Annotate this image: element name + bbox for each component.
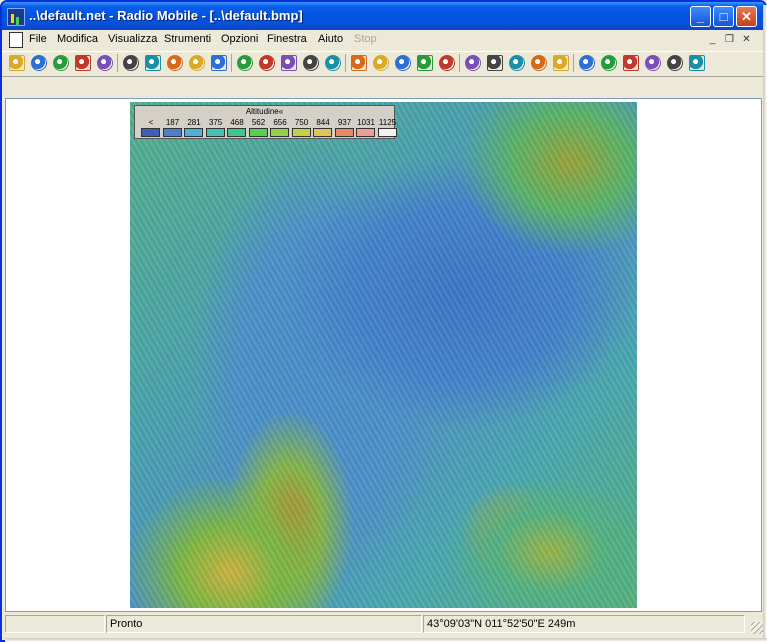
mdi-close-button[interactable]: ✕ <box>740 33 753 46</box>
legend-label: 1031 <box>357 118 375 127</box>
minimize-button[interactable]: _ <box>690 6 711 27</box>
copy-map-icon[interactable] <box>237 55 253 71</box>
green-circle-icon[interactable] <box>579 55 595 71</box>
legend-label: 281 <box>187 118 201 127</box>
legend-swatch <box>291 128 311 137</box>
window-shadow-bottom <box>5 638 767 642</box>
legend-swatch <box>141 128 160 137</box>
close-button[interactable]: ✕ <box>736 6 757 27</box>
coverage-icon[interactable] <box>601 55 617 71</box>
legend-swatch <box>377 128 397 137</box>
last-icon[interactable] <box>211 55 227 71</box>
globe-icon[interactable] <box>123 55 139 71</box>
unit-properties-icon[interactable] <box>97 55 113 71</box>
copy-icon[interactable] <box>351 55 367 71</box>
elevation-map[interactable]: Altitudine« <187 281 375 468 562 656 750 844 937… <box>130 102 637 608</box>
menu-file[interactable]: File <box>29 33 47 45</box>
resize-grip[interactable] <box>751 622 763 634</box>
main-window: ..\default.net - Radio Mobile - [..\defa… <box>0 0 767 642</box>
toolbar-separator <box>117 54 118 72</box>
legend-label: 187 <box>165 118 180 127</box>
legend-swatch <box>356 128 375 137</box>
menu-visualizza[interactable]: Visualizza <box>108 33 157 45</box>
toolbar-separator <box>573 54 574 72</box>
window-title: ..\default.net - Radio Mobile - [..\defa… <box>29 8 303 23</box>
legend-label: 468 <box>230 118 244 127</box>
status-empty-panel <box>5 615 105 633</box>
legend-label: 656 <box>273 118 287 127</box>
legend-label: 937 <box>337 118 352 127</box>
device-icon[interactable] <box>667 55 683 71</box>
mdi-restore-button[interactable]: ❐ <box>723 33 736 46</box>
legend-swatch <box>184 128 203 137</box>
window-shadow <box>763 5 767 642</box>
paste-icon[interactable] <box>373 55 389 71</box>
status-bar: Pronto 43°09'03"N 011°52'50"E 249m <box>2 613 765 636</box>
radio-link-icon[interactable] <box>553 55 569 71</box>
grayscale-icon[interactable] <box>417 55 433 71</box>
radio-mobile-app-icon[interactable] <box>7 8 25 26</box>
legend-swatch <box>248 128 268 137</box>
open-network-icon[interactable] <box>53 55 69 71</box>
toolbar-separator <box>231 54 232 72</box>
world-icon[interactable] <box>689 55 705 71</box>
fit-icon[interactable] <box>465 55 481 71</box>
toolbar <box>2 51 765 76</box>
legend-swatch <box>270 128 289 137</box>
window-icon[interactable] <box>487 55 503 71</box>
legend-label: < <box>148 118 154 127</box>
toolbar-separator <box>459 54 460 72</box>
legend-swatch <box>162 128 182 137</box>
menu-stop[interactable]: Stop <box>354 33 377 45</box>
legend-label: 844 <box>316 118 330 127</box>
menu-strumenti[interactable]: Strumenti <box>164 33 211 45</box>
legend-swatch <box>227 128 246 137</box>
paste-map-icon[interactable] <box>259 55 275 71</box>
new-icon[interactable] <box>9 55 25 71</box>
toolbar-separator <box>345 54 346 72</box>
status-message: Pronto <box>106 615 422 633</box>
status-coordinates: 43°09'03"N 011°52'50"E 249m <box>423 615 745 633</box>
mdi-client-area: Altitudine« <187 281 375 468 562 656 750 844 937… <box>5 98 762 612</box>
network-icon[interactable] <box>645 55 661 71</box>
network-properties-icon[interactable] <box>75 55 91 71</box>
open-icon[interactable] <box>31 55 47 71</box>
export-icon[interactable] <box>303 55 319 71</box>
first-icon[interactable] <box>189 55 205 71</box>
legend-swatch <box>205 128 225 137</box>
secondary-toolbar <box>2 76 765 100</box>
altitude-legend: Altitudine« <187 281 375 468 562 656 750 844 937… <box>134 105 397 139</box>
legend-label: 375 <box>208 118 223 127</box>
legend-swatch <box>313 128 332 137</box>
map-properties-icon[interactable] <box>145 55 161 71</box>
save-picture-icon[interactable] <box>281 55 297 71</box>
menu-finestra[interactable]: Finestra <box>267 33 307 45</box>
legend-label: 1125 <box>378 118 397 127</box>
frame-icon[interactable] <box>531 55 547 71</box>
legend-label: 562 <box>251 118 266 127</box>
menu-aiuto[interactable]: Aiuto <box>318 33 343 45</box>
legend-title: Altitudine« <box>245 107 284 116</box>
legend-swatch <box>334 128 354 137</box>
menu-opzioni[interactable]: Opzioni <box>221 33 258 45</box>
mdi-minimize-button[interactable]: _ <box>706 33 719 46</box>
document-icon[interactable] <box>9 32 23 48</box>
map-extract-icon[interactable] <box>167 55 183 71</box>
menu-bar: File Modifica Visualizza Strumenti Opzio… <box>2 30 765 50</box>
polar-plot-icon[interactable] <box>623 55 639 71</box>
elevation-icon[interactable] <box>395 55 411 71</box>
person-icon[interactable] <box>509 55 525 71</box>
print-icon[interactable] <box>325 55 341 71</box>
title-bar[interactable]: ..\default.net - Radio Mobile - [..\defa… <box>2 2 765 30</box>
menu-modifica[interactable]: Modifica <box>57 33 98 45</box>
ruler-icon[interactable] <box>439 55 455 71</box>
maximize-button[interactable]: □ <box>713 6 734 27</box>
legend-label: 750 <box>294 118 309 127</box>
